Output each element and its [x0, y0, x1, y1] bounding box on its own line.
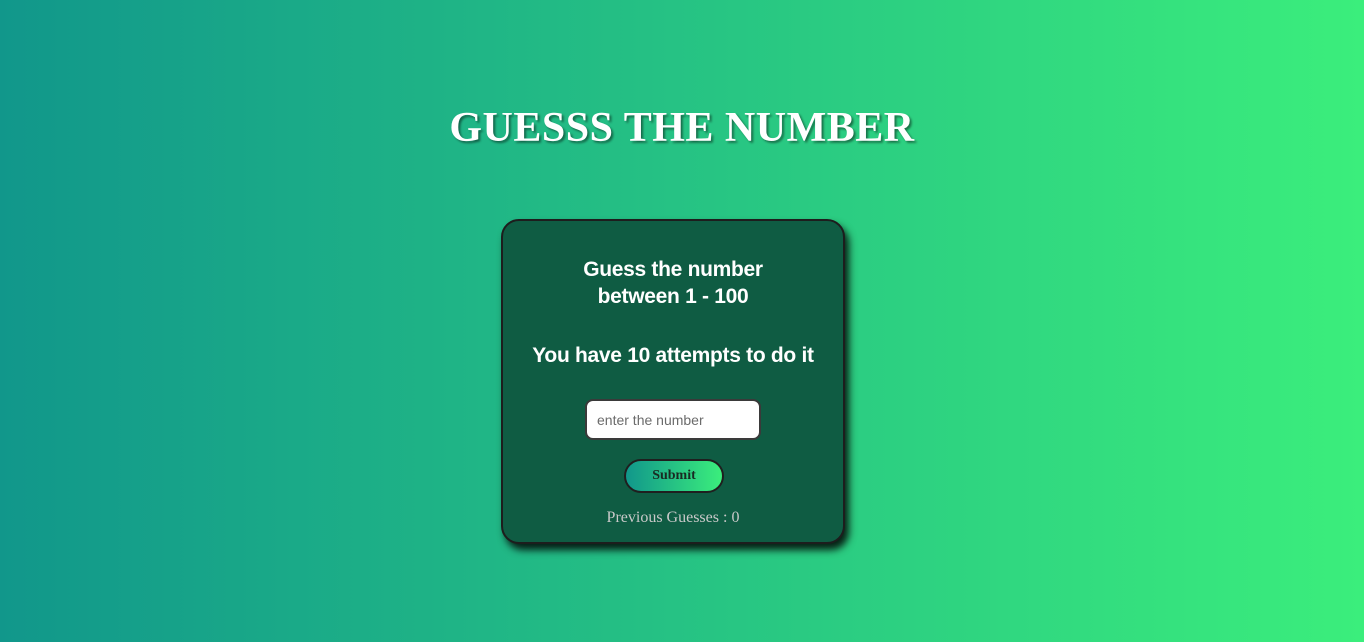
submit-button[interactable]: Submit: [624, 459, 724, 493]
guess-input[interactable]: [585, 399, 761, 440]
previous-guesses-label: Previous Guesses :: [606, 509, 732, 526]
game-card: Guess the number between 1 - 100 You hav…: [501, 219, 845, 544]
guess-prompt: Guess the number between 1 - 100: [503, 256, 843, 310]
attempts-text: You have 10 attempts to do it: [532, 344, 814, 367]
prompt-line-1: Guess the number: [583, 258, 763, 281]
page-title: GUESSS THE NUMBER: [449, 105, 915, 151]
prompt-line-2: between 1 - 100: [597, 285, 749, 308]
previous-guesses-count: 0: [731, 509, 740, 526]
previous-guesses: Previous Guesses : 0: [503, 508, 843, 528]
